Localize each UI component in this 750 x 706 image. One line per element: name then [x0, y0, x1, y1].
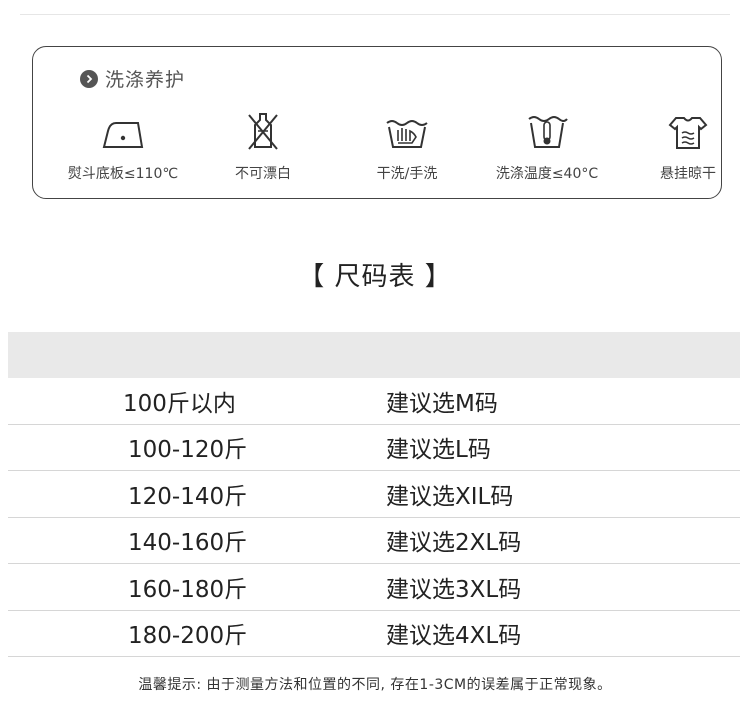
table-row: 140-160斤 建议选2XL码	[8, 518, 740, 564]
size-chart-title: 【 尺码表 】	[298, 262, 452, 292]
size-cell: 建议选3XL码	[386, 576, 522, 603]
table-row: 120-140斤 建议选XIL码	[8, 471, 740, 518]
size-footnote: 温馨提示: 由于测量方法和位置的不同, 存在1-3CM的误差属于正常现象。	[138, 677, 612, 693]
care-item-label: 洗涤温度≤40°C	[495, 166, 599, 182]
care-item-iron: 熨斗底板≤110℃	[48, 111, 198, 183]
care-item-hand-wash: 干洗/手洗	[332, 111, 482, 183]
care-item-wash-temp: 洗涤温度≤40°C	[472, 111, 622, 183]
care-item-label: 悬挂晾干	[660, 166, 716, 182]
size-table: 100斤以内 建议选M码 100-120斤 建议选L码 120-140斤 建议选…	[8, 332, 740, 657]
care-item-label: 不可漂白	[235, 166, 291, 182]
table-row: 160-180斤 建议选3XL码	[8, 564, 740, 611]
size-cell: 建议选XIL码	[386, 483, 514, 510]
care-title-text: 洗涤养护	[105, 69, 186, 91]
iron-low-temp-icon	[48, 111, 198, 151]
size-table-header	[8, 332, 740, 378]
care-title: 洗涤养护	[80, 65, 185, 92]
weight-cell: 100-120斤	[128, 437, 248, 464]
weight-cell: 160-180斤	[128, 576, 248, 603]
weight-cell: 140-160斤	[128, 530, 248, 557]
hand-wash-icon	[332, 111, 482, 151]
care-item-hang-dry: 悬挂晾干	[613, 111, 750, 183]
table-row: 100-120斤 建议选L码	[8, 425, 740, 471]
size-cell: 建议选4XL码	[386, 623, 522, 650]
care-item-label: 干洗/手洗	[376, 166, 438, 182]
top-divider	[20, 14, 730, 15]
care-instructions-panel: 洗涤养护 熨斗底板≤110℃ 不可漂白 干洗/手洗 洗涤温度≤40°C 悬挂晾干	[32, 46, 722, 199]
wash-temperature-icon	[472, 111, 622, 151]
weight-cell: 180-200斤	[128, 623, 248, 650]
chevron-right-icon	[80, 69, 98, 88]
weight-cell: 120-140斤	[128, 483, 248, 510]
table-row: 100斤以内 建议选M码	[8, 378, 740, 425]
weight-cell: 100斤以内	[123, 390, 236, 417]
size-cell: 建议选L码	[386, 437, 491, 464]
hang-dry-icon	[613, 111, 750, 151]
table-row: 180-200斤 建议选4XL码	[8, 611, 740, 657]
size-cell: 建议选2XL码	[386, 530, 522, 557]
no-bleach-icon	[188, 111, 338, 151]
care-item-no-bleach: 不可漂白	[188, 111, 338, 183]
size-cell: 建议选M码	[386, 390, 498, 417]
care-item-label: 熨斗底板≤110℃	[67, 166, 179, 182]
